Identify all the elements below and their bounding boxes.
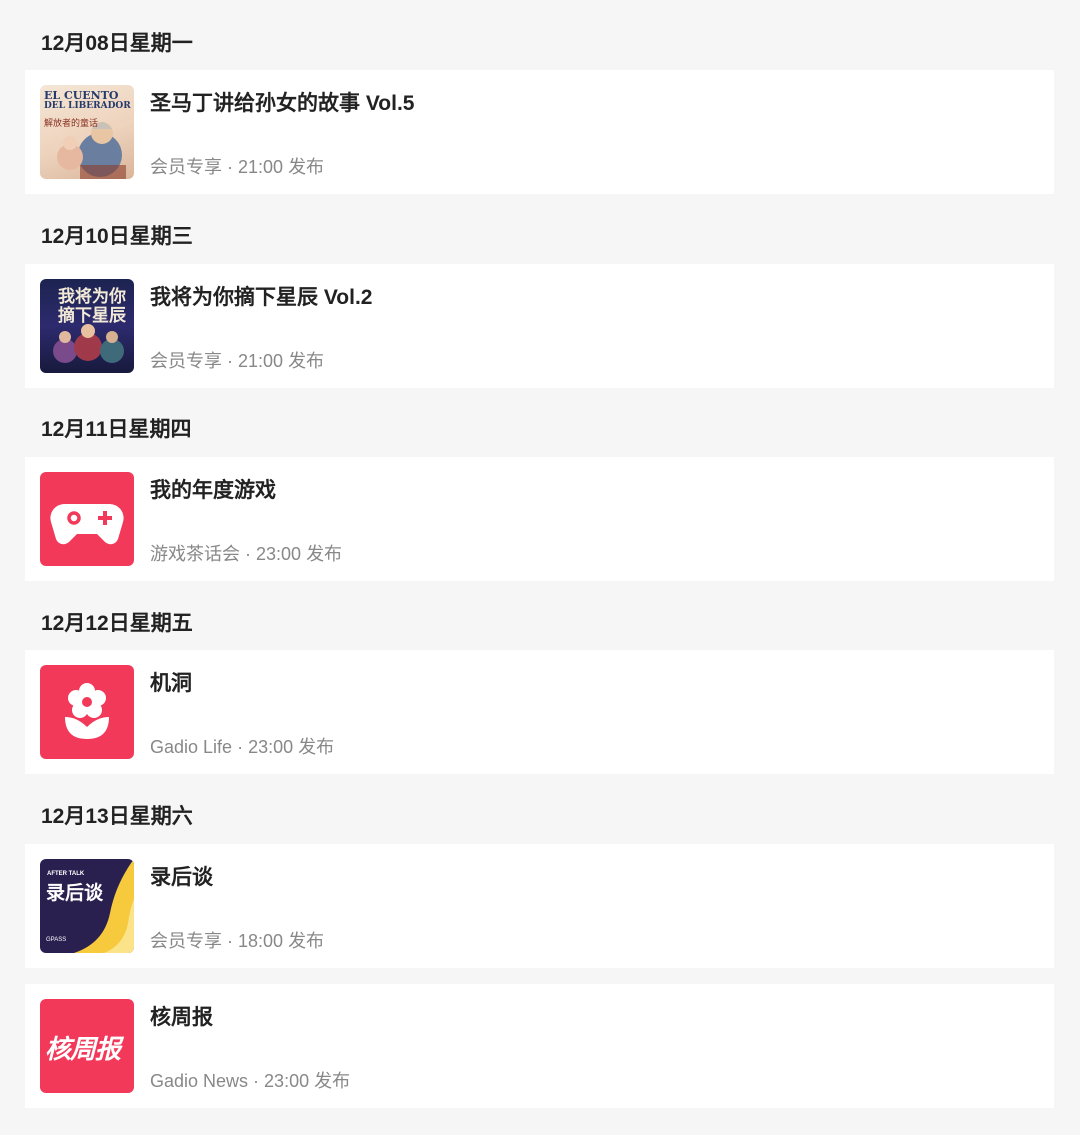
episode-cover: AFTER TALK 录后谈 GPASS — [40, 859, 134, 953]
date-header: 12月13日星期六 — [41, 805, 193, 828]
episode-channel: 会员专享 — [150, 931, 222, 951]
cover-chinese: 解放者的童话 — [44, 119, 99, 129]
episode-title[interactable]: 机洞 — [150, 667, 192, 697]
cover-tag: AFTER TALK — [47, 871, 85, 877]
episode-title[interactable]: 圣马丁讲给孙女的故事 Vol.5 — [150, 87, 414, 117]
episode-card[interactable]: 我的年度游戏 游戏茶话会 · 23:00 发布 — [25, 457, 1054, 581]
episode-publish: 发布 — [288, 351, 325, 371]
episode-publish: 发布 — [306, 544, 343, 564]
episode-time: 23:00 — [264, 1071, 310, 1091]
episode-publish: 发布 — [298, 737, 335, 757]
episode-channel: 会员专享 — [150, 351, 222, 371]
cover-brand: GPASS — [46, 937, 67, 943]
cover-title: 核周报 — [45, 1035, 121, 1065]
cover-title: 录后谈 — [46, 882, 104, 904]
episode-card[interactable]: 核周报 核周报 Gadio News · 23:00 发布 — [25, 984, 1054, 1108]
episode-title[interactable]: 我将为你摘下星辰 Vol.2 — [150, 281, 372, 311]
episode-card[interactable]: EL CUENTO DEL LIBERADOR 解放者的童话 圣马丁讲给孙女的故… — [25, 70, 1054, 194]
episode-publish: 发布 — [314, 1071, 351, 1091]
date-header: 12月10日星期三 — [41, 225, 193, 248]
episode-card[interactable]: 机洞 Gadio Life · 23:00 发布 — [25, 650, 1054, 774]
episode-meta: 会员专享 · 18:00 发布 — [150, 927, 324, 953]
episode-meta: 游戏茶话会 · 23:00 发布 — [150, 540, 342, 566]
episode-channel: 游戏茶话会 — [150, 544, 240, 564]
separator: · — [253, 1071, 260, 1091]
date-header: 12月12日星期五 — [41, 612, 193, 635]
episode-time: 18:00 — [238, 931, 284, 951]
episode-time: 23:00 — [256, 544, 302, 564]
episode-publish: 发布 — [288, 931, 325, 951]
episode-meta: 会员专享 · 21:00 发布 — [150, 347, 324, 373]
episode-card[interactable]: 我将为你 摘下星辰 我将为你摘下星辰 Vol.2 会员专享 · 21:00 发布 — [25, 264, 1054, 388]
episode-card[interactable]: AFTER TALK 录后谈 GPASS 录后谈 会员专享 · 18:00 发布 — [25, 844, 1054, 968]
separator: · — [237, 737, 244, 757]
episode-title[interactable]: 录后谈 — [150, 861, 213, 891]
cover-subtitle: DEL LIBERADOR — [44, 101, 131, 111]
episode-title[interactable]: 核周报 — [150, 1001, 213, 1031]
episode-time: 21:00 — [238, 351, 284, 371]
episode-title[interactable]: 我的年度游戏 — [150, 474, 276, 504]
episode-meta: Gadio Life · 23:00 发布 — [150, 733, 334, 759]
episode-time: 21:00 — [238, 157, 284, 177]
flower-icon — [40, 665, 134, 759]
separator: · — [245, 544, 251, 564]
episode-channel: Gadio News — [150, 1071, 249, 1091]
separator: · — [227, 931, 233, 951]
date-header: 12月08日星期一 — [41, 32, 193, 55]
separator: · — [227, 351, 233, 371]
episode-channel: Gadio Life — [150, 737, 233, 757]
episode-cover: 我将为你 摘下星辰 — [40, 279, 134, 373]
episode-time: 23:00 — [248, 737, 294, 757]
episode-channel: 会员专享 — [150, 157, 222, 177]
gamepad-icon — [40, 472, 134, 566]
episode-cover: 核周报 — [40, 999, 134, 1093]
separator: · — [227, 157, 233, 177]
episode-cover: EL CUENTO DEL LIBERADOR 解放者的童话 — [40, 85, 134, 179]
episode-meta: 会员专享 · 21:00 发布 — [150, 153, 324, 179]
episode-meta: Gadio News · 23:00 发布 — [150, 1067, 350, 1093]
date-header: 12月11日星期四 — [41, 418, 192, 441]
cover-subtitle: 摘下星辰 — [58, 306, 126, 326]
episode-publish: 发布 — [288, 157, 325, 177]
